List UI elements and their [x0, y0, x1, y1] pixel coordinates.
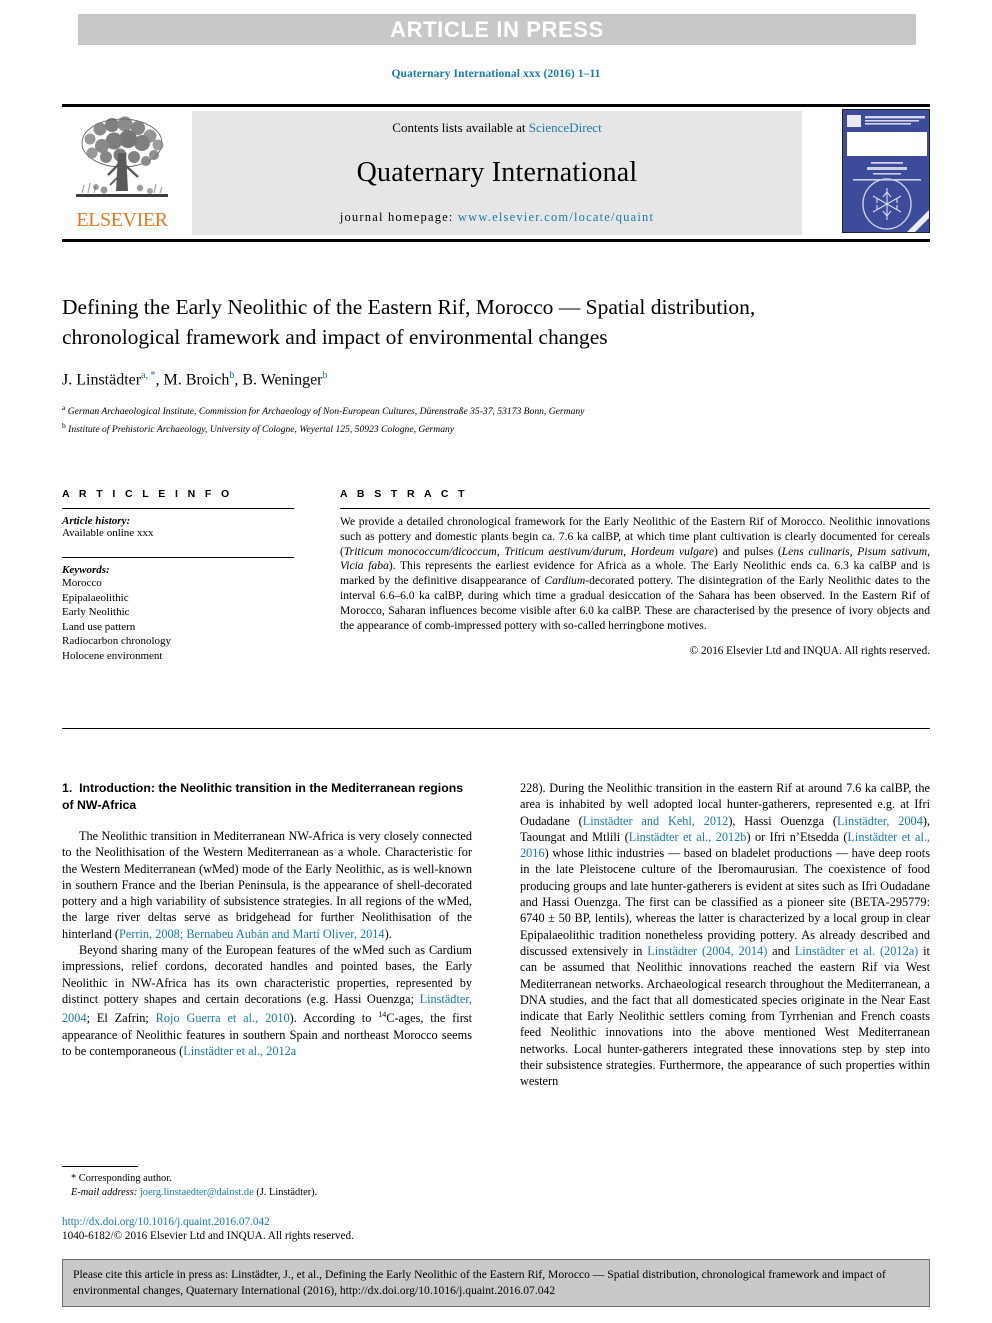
email-link[interactable]: joerg.linstaedter@dainst.de: [140, 1187, 254, 1198]
abstract-species-1: Triticum monococcum/dicoccum, Triticum a…: [343, 544, 714, 558]
citation-link[interactable]: Perrin, 2008; Bernabeu Aubán and Martí O…: [119, 927, 385, 941]
corresponding-author-note: * Corresponding author.: [71, 1173, 172, 1184]
keywords-list: Morocco Epipalaeolithic Early Neolithic …: [62, 576, 294, 664]
elsevier-tree-icon: [76, 116, 168, 197]
article-history-label: Article history:: [62, 515, 131, 527]
affiliation-item: b Institute of Prehistoric Archaeology, …: [62, 419, 862, 437]
running-head-citation: Quaternary International xxx (2016) 1–11: [391, 68, 601, 80]
keyword-item: Land use pattern: [62, 620, 136, 633]
doi-link[interactable]: http://dx.doi.org/10.1016/j.quaint.2016.…: [62, 1216, 482, 1228]
title-block: Defining the Early Neolithic of the East…: [62, 292, 862, 437]
keywords-label: Keywords:: [62, 564, 110, 576]
issn-copyright: 1040-6182/© 2016 Elsevier Ltd and INQUA.…: [62, 1230, 354, 1242]
paragraph: Beyond sharing many of the European feat…: [62, 942, 472, 1059]
author-name: B. Weninger: [242, 371, 323, 389]
elsevier-wordmark: ELSEVIER: [76, 209, 168, 231]
journal-title: Quaternary International: [356, 157, 638, 188]
paragraph-seg: ).: [384, 926, 392, 941]
section-number: 1.: [62, 781, 73, 795]
paragraph-seg: The Neolithic transition in Mediterranea…: [62, 829, 472, 941]
paragraph-seg: Beyond sharing many of the European feat…: [62, 943, 472, 1006]
body-column-right: 228). During the Neolithic transition in…: [520, 780, 930, 1090]
journal-cover-thumbnail: [842, 109, 930, 233]
paragraph-seg: ). According to: [289, 1011, 379, 1026]
keyword-item: Radiocarbon chronology: [62, 635, 172, 648]
affiliation-mark: a: [62, 403, 66, 413]
affiliation-text: Institute of Prehistoric Archaeology, Un…: [68, 424, 455, 436]
author-affiliation-mark: b: [229, 370, 235, 381]
article-info-heading: A R T I C L E I N F O: [62, 488, 233, 500]
abstract-heading: A B S T R A C T: [340, 488, 468, 500]
author-affiliation-mark: a, *: [141, 370, 156, 381]
article-info-column: A R T I C L E I N F O Article history: A…: [62, 488, 294, 664]
keyword-item: Morocco: [62, 577, 102, 589]
author-name: M. Broich: [163, 371, 230, 389]
sciencedirect-link[interactable]: ScienceDirect: [529, 120, 602, 135]
doi-block: http://dx.doi.org/10.1016/j.quaint.2016.…: [62, 1216, 482, 1242]
author-name: J. Linstädter: [62, 371, 142, 389]
abstract-seg: ) and pulses (: [713, 544, 782, 558]
journal-cover-art: [843, 110, 929, 232]
paragraph: The Neolithic transition in Mediterranea…: [62, 828, 472, 942]
author-affiliation-mark: b: [322, 370, 328, 381]
paragraph-seg: it can be assumed that Neolithic innovat…: [520, 943, 930, 1089]
divider: [340, 508, 930, 509]
journal-banner: Contents lists available at ScienceDirec…: [192, 111, 802, 235]
abstract-text: We provide a detailed chronological fram…: [340, 515, 930, 633]
email-label: E-mail address:: [71, 1187, 138, 1198]
abstract-copyright: © 2016 Elsevier Ltd and INQUA. All right…: [689, 645, 930, 658]
section-title: Introduction: the Neolithic transition i…: [62, 781, 464, 812]
author-list: J. Linstädtera, *, M. Broichb, B. Wening…: [62, 370, 328, 389]
page-title: Defining the Early Neolithic of the East…: [62, 295, 756, 349]
paragraph-seg: ), Hassi Ouenzga (: [728, 813, 838, 828]
citation-link[interactable]: Rojo Guerra et al., 2010: [156, 1011, 290, 1025]
citation-link[interactable]: Linstädter, 2004: [837, 814, 923, 828]
journal-homepage-line: journal homepage: www.elsevier.com/locat…: [340, 210, 654, 225]
body-column-left: 1. Introduction: the Neolithic transitio…: [62, 780, 472, 1059]
abstract-species-3: Cardium: [544, 574, 586, 588]
cite-this-article-text: Please cite this article in press as: Li…: [73, 1268, 886, 1297]
abstract-column: A B S T R A C T We provide a detailed ch…: [340, 488, 930, 657]
section-divider: [62, 728, 930, 729]
paragraph-seg: ) or Ifri n’Etsedda (: [746, 829, 848, 844]
article-history-value: Available online xxx: [62, 527, 154, 539]
citation-link[interactable]: Linstädter and Kehl, 2012: [583, 814, 729, 828]
journal-homepage-link[interactable]: www.elsevier.com/locate/quaint: [458, 210, 654, 224]
paragraph-seg: ; El Zafrin;: [86, 1011, 156, 1026]
citation-link[interactable]: Linstädter (2004, 2014): [647, 944, 767, 958]
paragraph-seg: ) whose lithic industries — based on bla…: [520, 846, 930, 958]
divider: [62, 508, 294, 509]
paragraph-seg: and: [767, 943, 795, 958]
divider: [62, 557, 294, 558]
cite-this-article-box: Please cite this article in press as: Li…: [62, 1259, 930, 1307]
affiliation-item: a German Archaeological Institute, Commi…: [62, 401, 862, 419]
footnote-block: * Corresponding author. E-mail address: …: [62, 1166, 472, 1200]
paragraph: 228). During the Neolithic transition in…: [520, 780, 930, 1090]
citation-link[interactable]: Linstädter et al. (2012a): [795, 944, 919, 958]
affiliation-mark: b: [62, 421, 66, 431]
contents-lists-line: Contents lists available at ScienceDirec…: [392, 120, 601, 136]
keyword-item: Early Neolithic: [62, 606, 130, 619]
email-note: E-mail address: joerg.linstaedter@dainst…: [62, 1186, 472, 1200]
elsevier-logo: ELSEVIER: [62, 109, 182, 237]
citation-link[interactable]: Linstädter et al., 2012a: [183, 1044, 296, 1058]
citation-link[interactable]: Linstädter et al., 2012b: [629, 830, 747, 844]
keyword-item: Holocene environment: [62, 649, 163, 662]
contents-lists-label: Contents lists available at: [392, 120, 529, 135]
journal-homepage-label: journal homepage:: [339, 210, 458, 224]
email-owner: (J. Linstädter).: [256, 1187, 318, 1198]
footnote-rule: [62, 1166, 138, 1167]
article-in-press-banner: ARTICLE IN PRESS: [78, 14, 916, 45]
affiliation-text: German Archaeological Institute, Commiss…: [67, 406, 585, 418]
article-in-press-label: ARTICLE IN PRESS: [390, 16, 604, 42]
journal-masthead: ELSEVIER Contents lists available at Sci…: [62, 104, 930, 242]
affiliation-list: a German Archaeological Institute, Commi…: [62, 401, 862, 437]
section-heading: 1. Introduction: the Neolithic transitio…: [62, 780, 472, 814]
keyword-item: Epipalaeolithic: [62, 591, 129, 604]
